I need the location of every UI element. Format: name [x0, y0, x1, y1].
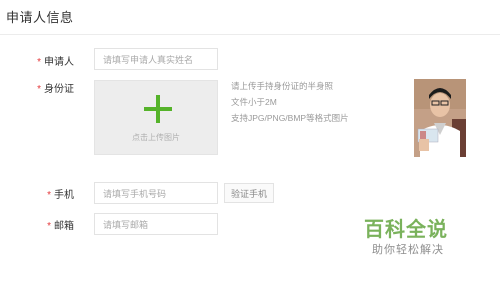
required-mark: * — [37, 84, 41, 95]
sample-photo — [414, 79, 466, 157]
phone-label: 手机 — [54, 190, 74, 201]
phone-label-row: * 手机 — [14, 186, 74, 201]
name-input-placeholder: 请填写申请人真实姓名 — [103, 54, 194, 65]
phone-input[interactable]: 请填写手机号码 — [94, 182, 218, 204]
email-input[interactable]: 请填写邮箱 — [94, 213, 218, 235]
watermark-subtitle: 助你轻松解决 — [372, 244, 444, 256]
id-card-upload-box[interactable]: 点击上传图片 — [94, 80, 218, 155]
upload-hint-3: 支持JPG/PNG/BMP等格式图片 — [231, 113, 349, 123]
upload-text: 点击上传图片 — [132, 133, 180, 142]
upload-hint-2: 文件小于2M — [231, 97, 277, 107]
plus-icon — [144, 95, 172, 123]
id-card-label-row: * 身份证 — [14, 80, 74, 95]
required-mark: * — [47, 190, 51, 201]
email-label-row: * 邮箱 — [14, 217, 74, 232]
name-label-row: * 申请人 — [14, 53, 74, 68]
name-input[interactable]: 请填写申请人真实姓名 — [94, 48, 218, 70]
email-input-placeholder: 请填写邮箱 — [103, 219, 149, 230]
phone-input-placeholder: 请填写手机号码 — [103, 188, 167, 199]
id-card-label: 身份证 — [44, 84, 74, 95]
email-label: 邮箱 — [54, 221, 74, 232]
section-divider — [0, 34, 500, 35]
section-title: 申请人信息 — [6, 10, 74, 25]
name-label: 申请人 — [44, 57, 74, 68]
required-mark: * — [47, 221, 51, 232]
sample-photo-image — [414, 79, 466, 157]
upload-hint-1: 请上传手持身份证的半身照 — [231, 81, 334, 91]
watermark-title: 百科全说 — [364, 219, 448, 241]
required-mark: * — [37, 57, 41, 68]
verify-phone-button[interactable]: 验证手机 — [224, 183, 274, 203]
